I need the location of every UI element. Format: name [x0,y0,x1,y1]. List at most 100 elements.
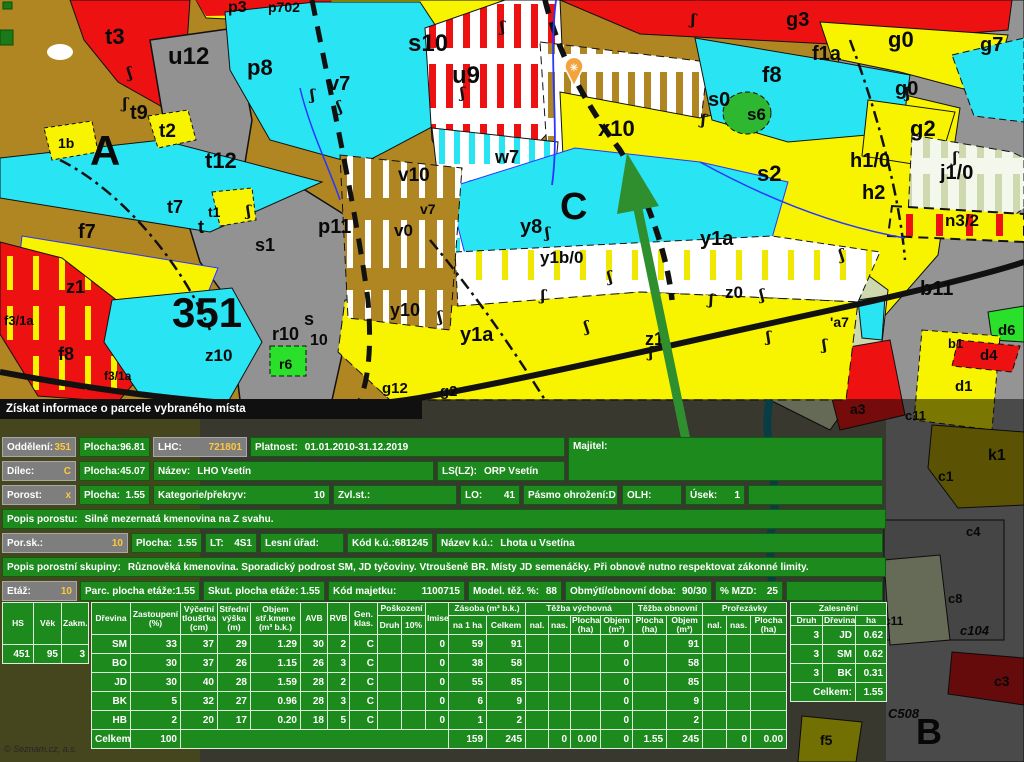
map-symbol: ʃ [498,18,506,36]
map-symbol: ʃ [244,202,252,220]
col-drevina: Dřevina [92,603,131,635]
map-label: 1b [58,135,74,151]
table-cell: 2 [328,673,350,692]
table-cell [727,635,751,654]
col-nas: nas. [549,616,571,635]
table-cell [549,711,571,730]
map-viewport: ʃʃʃʃʃʃʃʃʃʃʃʃʃʃʃʃʃʃʃʃʃʃ t3u12p8v7s10u9t9t… [0,0,1024,762]
map-label: w7 [494,147,519,167]
map-label: f8 [58,344,74,364]
table-group-header-row: Zalesnění [791,603,887,616]
col-nal: nal. [526,616,549,635]
zalesneni-row: 3BK0.31 [791,664,887,683]
field-lslz: LS(LZ):ORP Vsetín [437,461,565,481]
table-cell: BO [92,654,131,673]
table-cell: 0 [601,730,633,749]
map-label: s1 [255,235,275,255]
col-zastoupeni: Zastoupení (%) [131,603,181,635]
map-label: z10 [205,346,232,365]
map-label: g0 [895,78,918,100]
table-cell: JD [92,673,131,692]
map-label: h1/0 [850,150,890,172]
group-tezba-obnovni: Těžba obnovní [633,603,703,616]
field-mzd: % MZD:25 [715,581,783,601]
table-cell: 33 [131,635,181,654]
total-celkem: 245 [487,730,526,749]
map-label: v7 [420,201,436,217]
col-drevina: Dřevina [823,616,856,626]
field-empty-2 [786,581,883,601]
map-label: z1 [66,277,85,297]
table-cell: 0.96 [251,692,301,711]
table-cell: 0.20 [251,711,301,730]
map-label: y1a [700,228,734,250]
table-cell: SM [92,635,131,654]
table-cell: 451 [3,645,34,664]
field-parc-plocha: Parc. plocha etáže:1.55 [80,581,200,601]
table-cell: 40 [181,673,218,692]
map-label: p702 [268,0,300,15]
table-cell: 37 [181,654,218,673]
map-label: f3/1a [4,313,34,328]
map-label: f1a [812,43,842,65]
group-zasoba: Zásoba (m³ b.k.) [449,603,526,616]
table-cell: 59 [449,635,487,654]
field-zvlst: Zvl.st.: [333,485,457,505]
col-plocha-ha: Plocha (ha) [751,616,787,635]
table-cell [549,635,571,654]
table-cell [378,654,402,673]
map-label: 351 [172,289,242,336]
map-label: f7 [78,221,96,243]
field-nazev: Název:LHO Vsetín [153,461,434,481]
table-cell [549,654,571,673]
map-label: v7 [328,73,350,95]
col-objem-m3: Objem (m³) [601,616,633,635]
col-hs: HS [3,603,34,645]
table-cell [526,692,549,711]
table-cell [727,711,751,730]
map-label: t9 [130,102,148,124]
map-label: C [560,186,587,228]
table-cell: 5 [131,692,181,711]
total-label: Celkem: [791,683,856,702]
table-cell: BK [823,664,856,683]
table-cell: 0 [426,635,449,654]
table-cell: 18 [301,711,328,730]
zalesneni-total-row: Celkem: 1.55 [791,683,887,702]
group-prorezavky: Prořezávky [703,603,787,616]
map-label: d1 [955,378,973,395]
map-label: j1/0 [939,162,973,184]
field-kod-ku: Kód k.ú.:681245 [347,533,433,553]
col-gen-klas: Gen. klas. [350,603,378,635]
table-cell: 2 [487,711,526,730]
field-plocha-oddeleni: Plocha:96.81 [79,437,150,457]
map-label: s [304,309,314,329]
table-cell: 0 [426,692,449,711]
map-label: t [198,217,204,237]
map-label: y1b/0 [540,248,583,267]
map-label: f3/1a [104,369,132,383]
table-cell: 37 [181,635,218,654]
table-cell [727,692,751,711]
field-nazev-ku: Název k.ú.:Lhota u Vsetína [436,533,883,553]
field-kod-majetku: Kód majetku:1100715 [328,581,465,601]
table-cell [378,635,402,654]
table-cell: 1.29 [251,635,301,654]
map-label: 'a7 [830,314,849,330]
field-dilec: Dílec:C [2,461,76,481]
species-row: HB220170.20185C01202 [92,711,787,730]
field-lhc: LHC:721801 [153,437,247,457]
table-cell [526,635,549,654]
species-table: Dřevina Zastoupení (%) Výčetní tloušťka … [91,602,787,749]
table-cell: 30 [131,654,181,673]
map-label: g0 [888,27,914,52]
table-cell [526,730,549,749]
total-na1ha: 159 [449,730,487,749]
map-label: A [90,127,120,174]
field-model-tez: Model. těž. %:88 [468,581,562,601]
col-10pct: 10% [402,616,426,635]
table-cell: 0 [601,673,633,692]
map-label: u9 [452,62,480,89]
field-plocha-dilec: Plocha:45.07 [79,461,150,481]
table-cell: 95 [34,645,62,664]
